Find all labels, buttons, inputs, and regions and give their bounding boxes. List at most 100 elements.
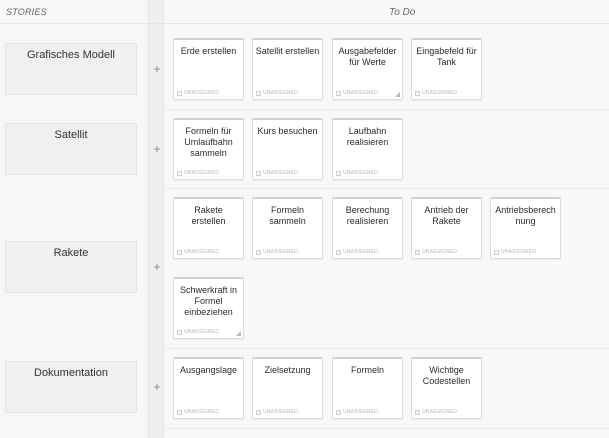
- assign-checkbox-icon[interactable]: [256, 170, 261, 176]
- resize-handle-icon[interactable]: [236, 331, 241, 336]
- task-card[interactable]: Erde erstellen UNASSIGNED: [173, 38, 244, 100]
- task-title: Ausgangslage: [179, 365, 238, 375]
- task-card[interactable]: Antriebsberechnung UNASSIGNED: [490, 197, 561, 259]
- task-title: Ausgabefelder für Werte: [338, 46, 397, 67]
- add-task-button-satellit[interactable]: +: [152, 143, 162, 155]
- assignee-status: UNASSIGNED: [184, 170, 220, 176]
- assign-checkbox-icon[interactable]: [336, 249, 341, 255]
- assignee-status: UNASSIGNED: [263, 170, 299, 176]
- task-card[interactable]: Kurs besuchen UNASSIGNED: [252, 118, 323, 180]
- task-card[interactable]: Antrieb der Rakete UNASSIGNED: [411, 197, 482, 259]
- task-card[interactable]: Ausgangslage UNASSIGNED: [173, 357, 244, 419]
- assign-checkbox-icon[interactable]: [494, 249, 499, 255]
- task-footer: UNASSIGNED: [415, 409, 457, 415]
- row-divider: [165, 188, 609, 189]
- task-footer: UNASSIGNED: [256, 249, 298, 255]
- add-task-button-dokumentation[interactable]: +: [152, 381, 162, 393]
- task-footer: UNASSIGNED: [336, 170, 378, 176]
- assign-checkbox-icon[interactable]: [256, 409, 261, 415]
- task-footer: UNASSIGNED: [336, 409, 378, 415]
- story-card-rakete[interactable]: Rakete: [5, 241, 137, 293]
- task-title: Formeln für Umlaufbahn sammeln: [184, 126, 233, 158]
- assign-checkbox-icon[interactable]: [177, 409, 182, 415]
- assign-checkbox-icon[interactable]: [336, 170, 341, 176]
- task-footer: UNASSIGNED: [415, 249, 457, 255]
- story-title: Satellit: [54, 129, 88, 141]
- task-card[interactable]: Berechung realisieren UNASSIGNED: [332, 197, 403, 259]
- story-card-grafisches-modell[interactable]: Grafisches Modell: [5, 43, 137, 95]
- task-footer: UNASSIGNED: [177, 329, 219, 335]
- task-title: Kurs besuchen: [257, 126, 318, 136]
- assignee-status: UNASSIGNED: [343, 90, 379, 96]
- task-footer: UNASSIGNED: [177, 249, 219, 255]
- assignee-status: UNASSIGNED: [263, 90, 299, 96]
- assignee-status: UNASSIGNED: [343, 409, 379, 415]
- task-title: Rakete erstellen: [191, 205, 226, 226]
- add-task-button-rakete[interactable]: +: [152, 261, 162, 273]
- assign-checkbox-icon[interactable]: [177, 170, 182, 176]
- assignee-status: UNASSIGNED: [184, 249, 220, 255]
- task-card[interactable]: Ausgabefelder für Werte UNASSIGNED: [332, 38, 403, 100]
- assignee-status: UNASSIGNED: [184, 409, 220, 415]
- story-card-dokumentation[interactable]: Dokumentation: [5, 361, 137, 413]
- task-title: Berechung realisieren: [345, 205, 390, 226]
- task-card[interactable]: Schwerkraft in Formel einbeziehen UNASSI…: [173, 277, 244, 339]
- task-card[interactable]: Zielsetzung UNASSIGNED: [252, 357, 323, 419]
- task-footer: UNASSIGNED: [256, 409, 298, 415]
- task-card[interactable]: Wichtige Codestellen UNASSIGNED: [411, 357, 482, 419]
- assignee-status: UNASSIGNED: [263, 409, 299, 415]
- stories-column-header: STORIES: [6, 7, 47, 17]
- task-title: Wichtige Codestellen: [422, 365, 471, 386]
- assign-checkbox-icon[interactable]: [177, 329, 182, 335]
- row-divider: [165, 109, 609, 110]
- task-card[interactable]: Formeln für Umlaufbahn sammeln UNASSIGNE…: [173, 118, 244, 180]
- task-footer: UNASSIGNED: [177, 90, 219, 96]
- task-title: Schwerkraft in Formel einbeziehen: [179, 285, 238, 317]
- story-title: Dokumentation: [34, 367, 108, 379]
- assignee-status: UNASSIGNED: [263, 249, 299, 255]
- task-card[interactable]: Formeln UNASSIGNED: [332, 357, 403, 419]
- task-card[interactable]: Formeln sammeln UNASSIGNED: [252, 197, 323, 259]
- task-card[interactable]: Eingabefeld für Tank UNASSIGNED: [411, 38, 482, 100]
- task-footer: UNASSIGNED: [256, 170, 298, 176]
- assign-checkbox-icon[interactable]: [256, 249, 261, 255]
- assign-checkbox-icon[interactable]: [336, 409, 341, 415]
- assign-checkbox-icon[interactable]: [415, 249, 420, 255]
- row-divider: [165, 348, 609, 349]
- row-divider: [165, 428, 609, 429]
- task-title: Formeln sammeln: [269, 205, 306, 226]
- assign-checkbox-icon[interactable]: [177, 249, 182, 255]
- assignee-status: UNASSIGNED: [422, 409, 458, 415]
- assign-checkbox-icon[interactable]: [177, 90, 182, 96]
- add-task-button-grafisches-modell[interactable]: +: [152, 63, 162, 75]
- assign-checkbox-icon[interactable]: [256, 90, 261, 96]
- assign-checkbox-icon[interactable]: [336, 90, 341, 96]
- task-title: Laufbahn realisieren: [346, 126, 389, 147]
- task-title: Zielsetzung: [264, 365, 311, 375]
- resize-handle-icon[interactable]: [395, 92, 400, 97]
- task-footer: UNASSIGNED: [256, 90, 298, 96]
- todo-column-header: To Do: [389, 7, 416, 18]
- task-footer: UNASSIGNED: [494, 249, 536, 255]
- task-title: Formeln: [350, 365, 384, 375]
- story-title: Grafisches Modell: [26, 49, 116, 61]
- story-title: Rakete: [53, 247, 89, 259]
- task-card[interactable]: Satellit erstellen UNASSIGNED: [252, 38, 323, 100]
- story-card-satellit[interactable]: Satellit: [5, 123, 137, 175]
- assignee-status: UNASSIGNED: [184, 90, 220, 96]
- task-card[interactable]: Laufbahn realisieren UNASSIGNED: [332, 118, 403, 180]
- task-footer: UNASSIGNED: [177, 409, 219, 415]
- task-title: Satellit erstellen: [255, 46, 320, 56]
- assignee-status: UNASSIGNED: [422, 249, 458, 255]
- assignee-status: UNASSIGNED: [343, 170, 379, 176]
- task-footer: UNASSIGNED: [336, 90, 378, 96]
- task-footer: UNASSIGNED: [177, 170, 219, 176]
- task-title: Antrieb der Rakete: [424, 205, 469, 226]
- assign-checkbox-icon[interactable]: [415, 409, 420, 415]
- assign-checkbox-icon[interactable]: [415, 90, 420, 96]
- assignee-status: UNASSIGNED: [501, 249, 537, 255]
- task-title: Eingabefeld für Tank: [416, 46, 477, 67]
- task-footer: UNASSIGNED: [415, 90, 457, 96]
- task-title: Antriebsberechnung: [495, 205, 556, 226]
- task-card[interactable]: Rakete erstellen UNASSIGNED: [173, 197, 244, 259]
